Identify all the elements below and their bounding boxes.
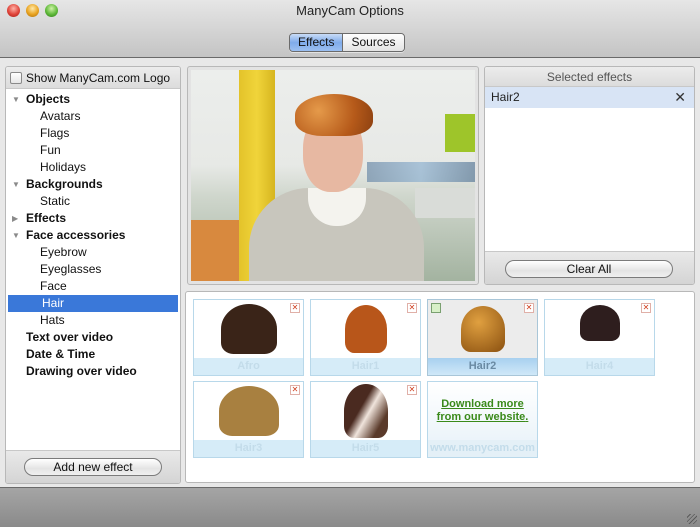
show-logo-label: Show ManyCam.com Logo: [26, 70, 171, 85]
tree-item-static[interactable]: Static: [6, 193, 180, 210]
hair-thumbnail-icon: [218, 386, 279, 436]
selected-effect-item[interactable]: Hair2 ✕: [485, 87, 694, 108]
tree-item-avatars[interactable]: Avatars: [6, 108, 180, 125]
delete-effect-icon[interactable]: ✕: [290, 385, 300, 395]
tree-item-hair[interactable]: Hair: [8, 295, 178, 312]
tree-label: Effects: [26, 211, 67, 225]
tree-item-holidays[interactable]: Holidays: [6, 159, 180, 176]
in-use-icon: [431, 303, 441, 313]
hair-thumbnail-icon: [344, 305, 387, 353]
download-more-link[interactable]: Download more from our website.: [428, 398, 537, 424]
tree-category-date-time[interactable]: Date & Time: [6, 346, 180, 363]
effects-tree: ▼ Objects Avatars Flags Fun Holidays ▼ Bac…: [6, 89, 180, 380]
tile-thumbnail: [545, 300, 654, 358]
selected-effects-header: Selected effects: [485, 67, 694, 87]
tree-category-objects[interactable]: ▼ Objects: [6, 91, 180, 108]
hair-thumbnail-icon: [220, 304, 277, 354]
add-new-effect-button[interactable]: Add new effect: [24, 458, 162, 476]
effect-tile-hair2[interactable]: ✕ Hair2: [427, 299, 538, 376]
download-more-tile[interactable]: Download more from our website. www.manyc…: [427, 381, 538, 458]
sidebar-footer: Add new effect: [6, 450, 180, 483]
tree-item-eyebrow[interactable]: Eyebrow: [6, 244, 180, 261]
tile-label: Afro: [194, 358, 303, 375]
tile-thumbnail: [311, 300, 420, 358]
hair-thumbnail-icon: [579, 305, 620, 341]
video-hair-overlay: [295, 94, 373, 136]
tile-thumbnail: [311, 382, 420, 440]
resize-grip-icon[interactable]: [687, 514, 697, 524]
tree-label: Objects: [26, 92, 71, 106]
tile-label: Hair4: [545, 358, 654, 375]
disclosure-triangle-down-icon[interactable]: ▼: [12, 232, 20, 240]
tree-label: Face accessories: [26, 228, 126, 242]
show-logo-checkbox[interactable]: [10, 71, 22, 84]
delete-effect-icon[interactable]: ✕: [407, 385, 417, 395]
download-link-line2: from our website: [436, 411, 526, 423]
tile-thumbnail: [194, 300, 303, 358]
tile-label: Hair2: [428, 358, 537, 375]
hair-thumbnail-icon: [460, 306, 505, 352]
selected-effects-footer: Clear All: [485, 251, 694, 284]
window-title: ManyCam Options: [296, 3, 404, 18]
tree-item-eyeglasses[interactable]: Eyeglasses: [6, 261, 180, 278]
tab-effects[interactable]: Effects: [290, 34, 344, 51]
tile-label: Hair5: [311, 440, 420, 457]
hair-thumbnail-icon: [343, 384, 388, 438]
tree-label: Backgrounds: [26, 177, 103, 191]
effect-tile-hair3[interactable]: ✕ Hair3: [193, 381, 304, 458]
effect-tile-afro[interactable]: ✕ Afro: [193, 299, 304, 376]
tree-item-fun[interactable]: Fun: [6, 142, 180, 159]
tree-item-face[interactable]: Face: [6, 278, 180, 295]
view-switcher: Effects Sources: [289, 33, 405, 52]
titlebar: ManyCam Options Effects Sources: [0, 0, 700, 58]
delete-effect-icon[interactable]: ✕: [641, 303, 651, 313]
video-monitors: [367, 162, 475, 182]
show-logo-row[interactable]: Show ManyCam.com Logo: [6, 67, 180, 89]
tile-thumbnail: [194, 382, 303, 440]
delete-effect-icon[interactable]: ✕: [407, 303, 417, 313]
disclosure-triangle-down-icon[interactable]: ▼: [12, 181, 20, 189]
disclosure-triangle-right-icon[interactable]: ▶: [12, 215, 18, 223]
download-link-line1: Download more: [441, 398, 524, 410]
tree-category-effects[interactable]: ▶ Effects: [6, 210, 180, 227]
tree-category-text-over-video[interactable]: Text over video: [6, 329, 180, 346]
video-desk: [415, 188, 475, 218]
manycam-options-window: ManyCam Options Effects Sources Show Man…: [0, 0, 700, 527]
tree-item-hats[interactable]: Hats: [6, 312, 180, 329]
effect-tile-hair1[interactable]: ✕ Hair1: [310, 299, 421, 376]
webcam-preview-image: [191, 70, 475, 281]
clear-all-button[interactable]: Clear All: [505, 260, 673, 278]
effect-tile-hair4[interactable]: ✕ Hair4: [544, 299, 655, 376]
effect-tile-hair5[interactable]: ✕ Hair5: [310, 381, 421, 458]
disclosure-triangle-down-icon[interactable]: ▼: [12, 96, 20, 104]
tile-label: Hair3: [194, 440, 303, 457]
delete-effect-icon[interactable]: ✕: [290, 303, 300, 313]
delete-effect-icon[interactable]: ✕: [524, 303, 534, 313]
selected-effect-label: Hair2: [491, 90, 520, 104]
effects-sidebar: Show ManyCam.com Logo ▼ Objects Avatars F…: [5, 66, 181, 484]
tree-category-drawing-over-video[interactable]: Drawing over video: [6, 363, 180, 380]
website-label: www.manycam.com: [428, 440, 537, 457]
tree-category-backgrounds[interactable]: ▼ Backgrounds: [6, 176, 180, 193]
tile-label: Hair1: [311, 358, 420, 375]
video-preview-frame: [187, 66, 479, 285]
tile-thumbnail: [428, 300, 537, 358]
tab-sources[interactable]: Sources: [343, 34, 404, 51]
tree-category-face-accessories[interactable]: ▼ Face accessories: [6, 227, 180, 244]
remove-effect-icon[interactable]: ✕: [674, 87, 686, 108]
tree-item-flags[interactable]: Flags: [6, 125, 180, 142]
window-bottom-bar: [0, 487, 700, 527]
selected-effects-panel: Selected effects Hair2 ✕ Clear All: [484, 66, 695, 285]
effects-gallery: ✕ Afro ✕ Hair1 ✕ Hair2 ✕ Hair4 ✕ Hair3 ✕…: [185, 291, 695, 483]
video-green-wall: [445, 114, 475, 152]
